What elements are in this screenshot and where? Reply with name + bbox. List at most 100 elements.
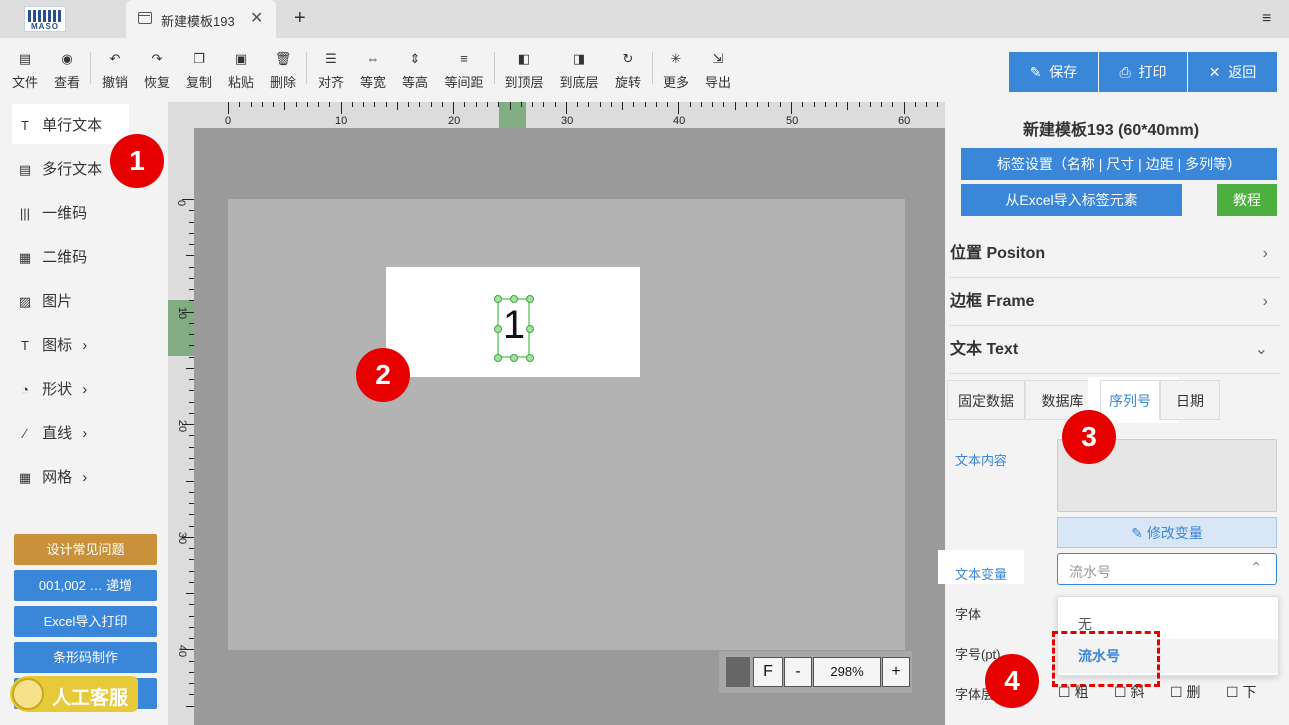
- delete-button[interactable]: 🗑 删除: [268, 50, 298, 91]
- tab-serial-number[interactable]: 序列号: [1100, 380, 1160, 420]
- underline-checkbox[interactable]: ☐ 下: [1226, 682, 1256, 702]
- ruler-tick: [182, 311, 194, 313]
- close-tab-icon[interactable]: ✕: [250, 8, 263, 28]
- ruler-tick: [189, 210, 194, 212]
- ruler-tick: [824, 102, 826, 107]
- ruler-tick: [498, 102, 500, 107]
- paste-button[interactable]: ▣ 粘贴: [226, 50, 256, 91]
- ruler-tick: [189, 491, 194, 493]
- excel-import-print-button[interactable]: Excel导入打印: [14, 606, 157, 637]
- menu-icon[interactable]: ≡: [1262, 10, 1271, 28]
- ruler-tick: [734, 102, 736, 110]
- ruler-tick: [430, 102, 432, 107]
- ruler-tick: [520, 102, 522, 107]
- label-settings-button[interactable]: 标签设置（名称 | 尺寸 | 边距 | 多列等）: [961, 148, 1277, 180]
- send-to-bottom-button[interactable]: ◨ 到底层: [558, 50, 600, 91]
- line-icon: ∕: [23, 426, 27, 441]
- resize-handle[interactable]: [526, 325, 534, 333]
- increment-button[interactable]: 001,002 … 递增: [14, 570, 157, 601]
- rotate-button[interactable]: ↻ 旋转: [613, 50, 643, 91]
- redo-button[interactable]: ↷ 恢复: [142, 50, 172, 91]
- strikethrough-checkbox[interactable]: ☐ 删: [1170, 682, 1200, 702]
- back-button[interactable]: ✕ 返回: [1188, 52, 1277, 92]
- copy-button[interactable]: ❐ 复制: [184, 50, 214, 91]
- sidebar-item-icon[interactable]: T 图标 ›: [12, 328, 87, 364]
- sidebar-item-single-line-text[interactable]: T 单行文本: [12, 108, 102, 144]
- ruler-v-label: 0: [175, 199, 188, 207]
- modify-variable-button[interactable]: ✎ 修改变量: [1057, 517, 1277, 548]
- ruler-tick: [189, 457, 194, 459]
- sidebar-item-shape[interactable]: ◔ 形状 ›: [12, 372, 87, 408]
- more-button[interactable]: ✳ 更多: [661, 50, 691, 91]
- fit-button[interactable]: F: [753, 657, 783, 687]
- import-excel-button[interactable]: 从Excel导入标签元素: [961, 184, 1182, 216]
- print-button[interactable]: ⎙ 打印: [1099, 52, 1187, 92]
- save-button[interactable]: ✎ 保存: [1009, 52, 1098, 92]
- undo-button[interactable]: ↶ 撤销: [100, 50, 130, 91]
- file-button[interactable]: ▤ 文件: [10, 50, 40, 91]
- ruler-tick: [791, 102, 792, 114]
- ruler-tick: [858, 102, 860, 107]
- tutorial-button[interactable]: 教程: [1217, 184, 1277, 216]
- new-tab-button[interactable]: +: [294, 7, 306, 30]
- ruler-tick: [189, 638, 194, 640]
- bring-to-top-button[interactable]: ◧ 到顶层: [503, 50, 545, 91]
- resize-handle[interactable]: [526, 354, 534, 362]
- sidebar-item-qrcode[interactable]: ▦ 二维码: [12, 240, 87, 276]
- resize-handle[interactable]: [494, 325, 502, 333]
- chevron-right-icon: ›: [82, 337, 88, 354]
- ruler-tick: [189, 559, 194, 561]
- sidebar-item-image[interactable]: ▨ 图片: [12, 284, 72, 320]
- ruler-tick: [667, 102, 669, 107]
- resize-handle[interactable]: [510, 295, 518, 303]
- ruler-tick: [189, 683, 194, 685]
- ruler-h-label: 50: [786, 115, 799, 127]
- text-variable-select[interactable]: 流水号 ⌃: [1057, 553, 1277, 585]
- resize-handle[interactable]: [526, 295, 534, 303]
- same-spacing-button[interactable]: ≡ 等间距: [442, 50, 486, 91]
- resize-handle[interactable]: [510, 354, 518, 362]
- tab-template[interactable]: 新建模板193 ✕: [126, 0, 276, 38]
- section-position[interactable]: 位置 Positon ›: [950, 230, 1280, 278]
- sidebar-item-multi-line-text[interactable]: ▤ 多行文本: [12, 152, 102, 188]
- ruler-tick: [509, 102, 511, 110]
- ruler-tick: [745, 102, 747, 107]
- export-button[interactable]: ⇲ 导出: [703, 50, 733, 91]
- same-height-button[interactable]: ⇕ 等高: [400, 50, 430, 91]
- italic-checkbox[interactable]: ☐ 斜: [1114, 682, 1144, 702]
- tab-date[interactable]: 日期: [1160, 380, 1220, 420]
- zoom-in-button[interactable]: +: [882, 657, 910, 687]
- same-width-icon: ⇔: [366, 51, 380, 66]
- highlight-serial-option: [1052, 631, 1160, 687]
- resize-handle[interactable]: [494, 354, 502, 362]
- ruler-h-label: 20: [448, 115, 461, 127]
- section-frame[interactable]: 边框 Frame ›: [950, 278, 1280, 326]
- ruler-tick: [475, 102, 477, 107]
- logo-text: MASO: [31, 22, 59, 31]
- ruler-tick: [186, 480, 194, 482]
- section-text[interactable]: 文本 Text ⌄: [950, 326, 1280, 374]
- ruler-tick: [903, 102, 905, 114]
- toolbar-divider: [652, 52, 653, 84]
- tab-fixed-data[interactable]: 固定数据: [947, 380, 1025, 420]
- align-button[interactable]: ☰ 对齐: [316, 50, 346, 91]
- ruler-tick: [189, 660, 194, 662]
- zoom-out-button[interactable]: -: [784, 657, 812, 687]
- zoom-level[interactable]: 298%: [813, 657, 881, 687]
- view-button[interactable]: ◉ 查看: [52, 50, 82, 91]
- ruler-tick: [532, 102, 534, 107]
- sidebar-item-barcode[interactable]: ||| 一维码: [12, 196, 87, 232]
- sidebar-item-grid[interactable]: ▦ 网格 ›: [12, 460, 87, 496]
- ruler-tick: [189, 446, 194, 448]
- send-to-bottom-icon: ◨: [572, 51, 586, 66]
- barcode-making-button[interactable]: 条形码制作: [14, 642, 157, 673]
- resize-handle[interactable]: [494, 295, 502, 303]
- same-width-button[interactable]: ⇔ 等宽: [358, 50, 388, 91]
- sidebar-item-line[interactable]: ∕ 直线 ›: [12, 416, 87, 452]
- customer-service-button[interactable]: 人工客服: [10, 676, 138, 712]
- design-faq-button[interactable]: 设计常见问题: [14, 534, 157, 565]
- zoom-color-swatch[interactable]: [726, 657, 750, 687]
- bold-checkbox[interactable]: ☐ 粗: [1058, 682, 1088, 702]
- ruler-tick: [189, 244, 194, 246]
- chevron-right-icon: ›: [1262, 245, 1268, 262]
